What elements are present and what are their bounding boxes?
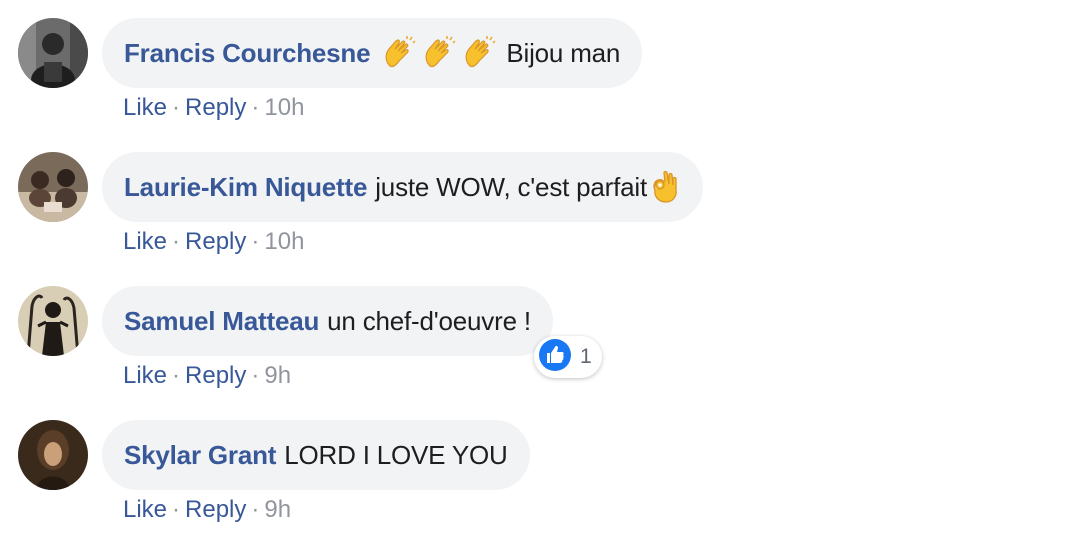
- reaction-count: 1: [580, 345, 592, 368]
- timestamp[interactable]: 9h: [264, 496, 291, 523]
- reply-link[interactable]: Reply: [185, 362, 246, 389]
- comment-author[interactable]: Laurie-Kim Niquette: [124, 172, 367, 203]
- comment-bubble: Skylar Grant LORD I LOVE YOU: [102, 420, 530, 490]
- separator: ·: [251, 362, 260, 389]
- comment-bubble: Samuel Matteau un chef-d'oeuvre !: [102, 286, 553, 356]
- avatar[interactable]: [18, 286, 88, 356]
- comment-author[interactable]: Francis Courchesne: [124, 38, 371, 69]
- comment-actions: Like · Reply · 10h: [123, 94, 304, 122]
- thumbs-up-icon: [538, 338, 572, 377]
- ok-hand-icon: [649, 170, 681, 204]
- separator: ·: [172, 94, 181, 121]
- reaction-badge[interactable]: 1: [534, 336, 602, 378]
- comment-actions: Like · Reply · 9h: [123, 496, 291, 524]
- comment-actions: Like · Reply · 9h: [123, 362, 291, 390]
- separator: ·: [172, 496, 181, 523]
- reply-link[interactable]: Reply: [185, 94, 246, 121]
- clapping-hands-icon: [382, 36, 416, 70]
- reply-link[interactable]: Reply: [185, 228, 246, 255]
- comment-actions: Like · Reply · 10h: [123, 228, 304, 256]
- clapping-hands-icon: [462, 36, 496, 70]
- comment-bubble: Francis Courchesne Bijou man: [102, 18, 643, 88]
- comment-text: LORD I LOVE YOU: [284, 439, 508, 470]
- timestamp[interactable]: 10h: [264, 94, 304, 121]
- separator: ·: [172, 228, 181, 255]
- clapping-hands-icon: [422, 36, 456, 70]
- comment-text: un chef-d'oeuvre !: [327, 305, 531, 336]
- reply-link[interactable]: Reply: [185, 496, 246, 523]
- timestamp[interactable]: 10h: [264, 228, 304, 255]
- comment-bubble: Laurie-Kim Niquette juste WOW, c'est par…: [102, 152, 704, 222]
- avatar[interactable]: [18, 18, 88, 88]
- separator: ·: [172, 362, 181, 389]
- like-link[interactable]: Like: [123, 362, 167, 389]
- avatar[interactable]: [18, 152, 88, 222]
- comment-text: juste WOW, c'est parfait: [375, 171, 648, 202]
- like-link[interactable]: Like: [123, 94, 167, 121]
- avatar[interactable]: [18, 420, 88, 490]
- like-link[interactable]: Like: [123, 496, 167, 523]
- comment-text: Bijou man: [506, 37, 621, 68]
- timestamp[interactable]: 9h: [264, 362, 291, 389]
- like-link[interactable]: Like: [123, 228, 167, 255]
- comment-author[interactable]: Skylar Grant: [124, 440, 276, 471]
- separator: ·: [251, 94, 260, 121]
- separator: ·: [251, 496, 260, 523]
- separator: ·: [251, 228, 260, 255]
- comment-author[interactable]: Samuel Matteau: [124, 306, 319, 337]
